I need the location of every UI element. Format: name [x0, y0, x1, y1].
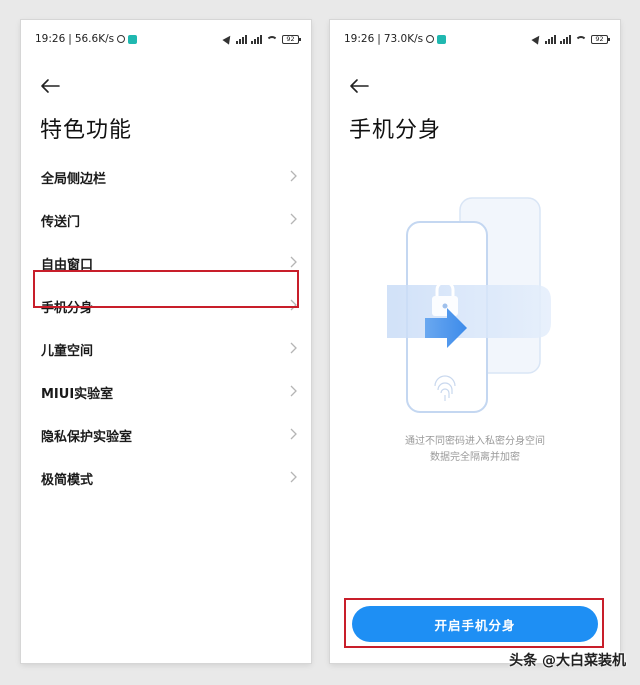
battery-icon: 92: [591, 34, 610, 44]
page-title: 手机分身: [349, 118, 442, 143]
description-line: 通过不同密码进入私密分身空间: [405, 436, 545, 447]
menu-item-label: 极简模式: [41, 473, 94, 488]
menu-item-label: MIUI实验室: [41, 387, 114, 402]
back-arrow-icon[interactable]: [348, 76, 370, 96]
description: 通过不同密码进入私密分身空间 数据完全隔离并加密: [330, 434, 620, 466]
menu-item-portal[interactable]: 传送门: [21, 199, 311, 242]
status-time: 19:26: [35, 33, 66, 45]
page-title: 特色功能: [40, 118, 133, 143]
menu-item-kids-space[interactable]: 儿童空间: [21, 328, 311, 371]
highlight-box-button: [344, 598, 604, 648]
chevron-right-icon: [290, 342, 297, 354]
description-line: 数据完全隔离并加密: [430, 452, 520, 463]
menu-item-label: 儿童空间: [41, 344, 94, 359]
menu-item-label: 全局侧边栏: [41, 172, 107, 187]
battery-icon: 92: [282, 34, 301, 44]
phone-screen-right: 19:26 | 73.0K/s 92 手机分身 通过不同密码进入私密分身空间 数…: [330, 20, 620, 663]
app-badge-icon: [128, 34, 138, 44]
chevron-right-icon: [290, 428, 297, 440]
watermark: 头条 @大白菜装机: [509, 653, 626, 669]
second-space-illustration: [387, 197, 551, 413]
highlight-box-second-space: [33, 270, 299, 308]
menu-item-label: 传送门: [41, 215, 81, 230]
menu-item-privacy-lab[interactable]: 隐私保护实验室: [21, 414, 311, 457]
status-bar: 19:26 | 73.0K/s 92: [344, 30, 610, 48]
chevron-right-icon: [290, 256, 297, 268]
band-shape: [387, 285, 551, 338]
phone-screen-left: 19:26 | 56.6K/s 92 特色功能 全局侧边栏 传送门 自由窗口 手…: [21, 20, 311, 663]
menu-item-global-sidebar[interactable]: 全局侧边栏: [21, 156, 311, 199]
menu-item-label: 隐私保护实验室: [41, 430, 133, 445]
signal-icon: [560, 34, 571, 44]
chevron-right-icon: [290, 385, 297, 397]
alarm-icon: [117, 35, 126, 43]
status-bar: 19:26 | 56.6K/s 92: [35, 30, 301, 48]
menu-item-minimal-mode[interactable]: 极简模式: [21, 457, 311, 500]
back-arrow-icon[interactable]: [39, 76, 61, 96]
signal-icon: [545, 34, 556, 44]
status-speed: 73.0K/s: [383, 33, 424, 45]
wifi-icon: [575, 35, 587, 44]
app-badge-icon: [437, 34, 447, 44]
wifi-icon: [266, 35, 278, 44]
alarm-icon: [426, 35, 435, 43]
chevron-right-icon: [290, 213, 297, 225]
signal-icon: [236, 34, 247, 44]
location-icon: [222, 33, 234, 45]
chevron-right-icon: [290, 471, 297, 483]
status-time: 19:26: [344, 33, 375, 45]
location-icon: [531, 33, 543, 45]
signal-icon: [251, 34, 262, 44]
menu-item-miui-lab[interactable]: MIUI实验室: [21, 371, 311, 414]
chevron-right-icon: [290, 170, 297, 182]
status-speed: 56.6K/s: [74, 33, 115, 45]
